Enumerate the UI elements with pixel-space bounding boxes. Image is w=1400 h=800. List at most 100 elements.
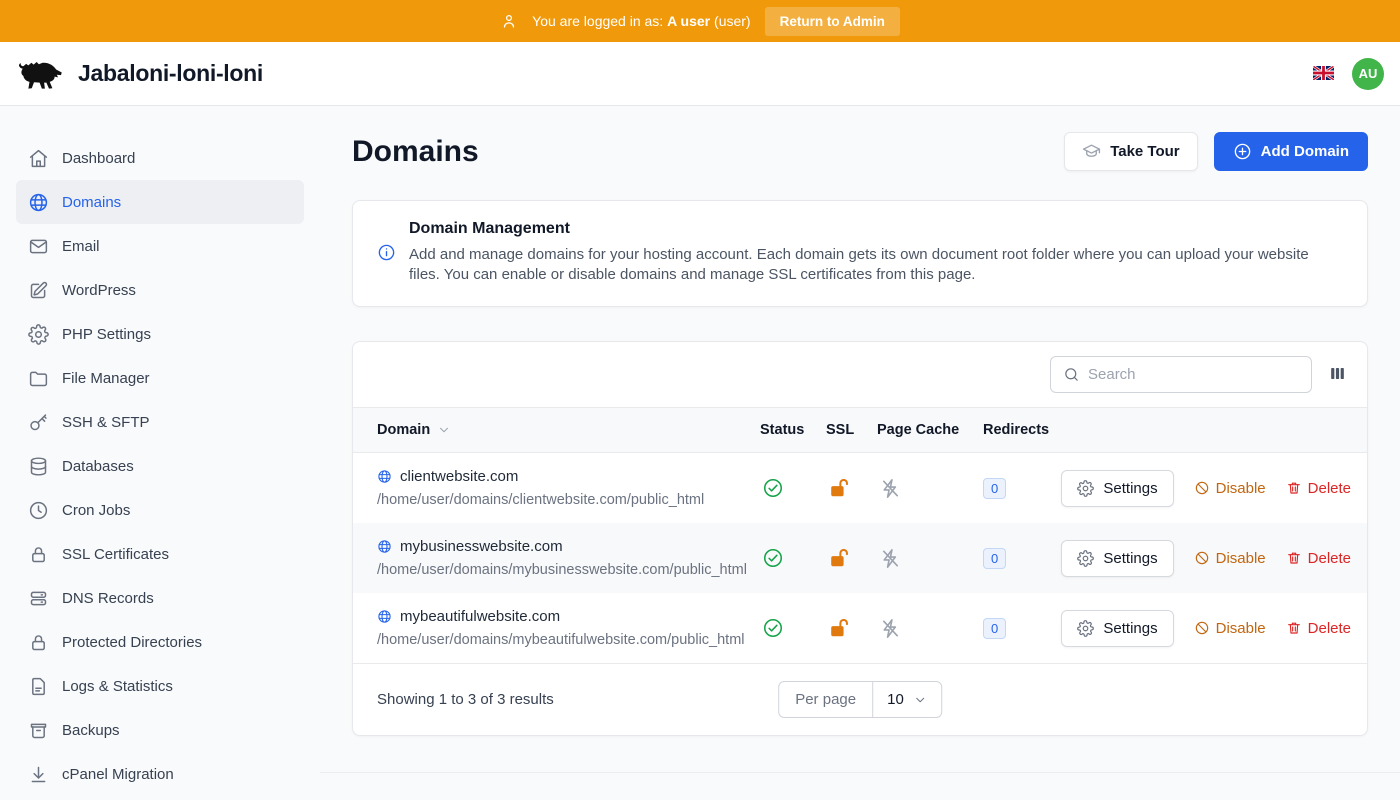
sidebar-item-backups[interactable]: Backups: [16, 708, 304, 752]
per-page-label: Per page: [779, 682, 873, 717]
sidebar-item-domains[interactable]: Domains: [16, 180, 304, 224]
sidebar-item-dashboard[interactable]: Dashboard: [16, 136, 304, 180]
search-input[interactable]: [1088, 366, 1299, 383]
info-box-title: Domain Management: [409, 220, 1343, 238]
globe-icon: [377, 609, 392, 624]
sidebar-item-label: DNS Records: [62, 590, 154, 607]
sidebar-item-label: SSL Certificates: [62, 546, 169, 563]
info-icon: [377, 243, 396, 262]
mail-icon: [28, 236, 49, 257]
sidebar-item-label: Cron Jobs: [62, 502, 130, 519]
uk-flag-icon[interactable]: [1313, 66, 1334, 81]
app-header: Jabaloni-loni-loni AU: [0, 42, 1400, 106]
sidebar-item-php-settings[interactable]: PHP Settings: [16, 312, 304, 356]
sidebar-item-file-manager[interactable]: File Manager: [16, 356, 304, 400]
table-footer: Showing 1 to 3 of 3 results Per page 10: [353, 663, 1367, 735]
settings-button[interactable]: Settings: [1061, 610, 1173, 647]
edit-icon: [28, 280, 49, 301]
gear-icon: [1077, 480, 1094, 497]
gear-icon: [1077, 550, 1094, 567]
table-body: clientwebsite.com /home/user/domains/cli…: [353, 453, 1367, 663]
sidebar-item-protected-directories[interactable]: Protected Directories: [16, 620, 304, 664]
table-row: mybusinesswebsite.com /home/user/domains…: [353, 523, 1367, 593]
globe-icon: [28, 192, 49, 213]
disable-button[interactable]: Disable: [1194, 550, 1266, 567]
ssl-unlocked-icon[interactable]: [828, 477, 877, 499]
globe-icon: [377, 539, 392, 554]
search-icon: [1063, 366, 1080, 383]
sidebar-item-label: File Manager: [62, 370, 150, 387]
domain-name[interactable]: clientwebsite.com: [400, 468, 518, 485]
boar-logo-icon[interactable]: [16, 54, 66, 94]
sidebar-item-cron-jobs[interactable]: Cron Jobs: [16, 488, 304, 532]
status-active-icon: [762, 547, 826, 569]
status-active-icon: [762, 477, 826, 499]
redirects-count-badge[interactable]: 0: [983, 478, 1006, 499]
column-header-status: Status: [760, 422, 826, 438]
table-row: mybeautifulwebsite.com /home/user/domain…: [353, 593, 1367, 663]
redirects-count-badge[interactable]: 0: [983, 618, 1006, 639]
redirects-count-badge[interactable]: 0: [983, 548, 1006, 569]
sidebar-item-email[interactable]: Email: [16, 224, 304, 268]
delete-button[interactable]: Delete: [1286, 480, 1351, 497]
sidebar-item-databases[interactable]: Databases: [16, 444, 304, 488]
domain-path: /home/user/domains/mybusinesswebsite.com…: [377, 562, 760, 578]
main-content: Domains Take Tour Add Domain Domain Mana…: [320, 106, 1400, 800]
info-box: Domain Management Add and manage domains…: [352, 200, 1368, 307]
domain-name[interactable]: mybeautifulwebsite.com: [400, 608, 560, 625]
sidebar-item-label: Databases: [62, 458, 134, 475]
column-header-redirects: Redirects: [983, 422, 1070, 438]
delete-button[interactable]: Delete: [1286, 550, 1351, 567]
per-page-select[interactable]: Per page 10: [778, 681, 942, 718]
server-icon: [28, 588, 49, 609]
sidebar-item-label: Dashboard: [62, 150, 135, 167]
sidebar-item-label: WordPress: [62, 282, 136, 299]
columns-toggle-button[interactable]: [1324, 360, 1351, 390]
lock-icon: [28, 544, 49, 565]
graduation-cap-icon: [1082, 142, 1101, 161]
disable-icon: [1194, 620, 1210, 636]
disable-button[interactable]: Disable: [1194, 620, 1266, 637]
results-summary: Showing 1 to 3 of 3 results: [377, 691, 554, 708]
gear-icon: [28, 324, 49, 345]
delete-button[interactable]: Delete: [1286, 620, 1351, 637]
sidebar-item-cpanel-migration[interactable]: cPanel Migration: [16, 752, 304, 796]
sidebar-item-ssl-certificates[interactable]: SSL Certificates: [16, 532, 304, 576]
info-box-description: Add and manage domains for your hosting …: [409, 245, 1343, 285]
sidebar-item-label: Backups: [62, 722, 120, 739]
sidebar-item-ssh-sftp[interactable]: SSH & SFTP: [16, 400, 304, 444]
add-domain-button[interactable]: Add Domain: [1214, 132, 1368, 171]
disable-button[interactable]: Disable: [1194, 480, 1266, 497]
disable-icon: [1194, 480, 1210, 496]
column-header-page-cache: Page Cache: [877, 422, 983, 438]
sidebar-item-label: PHP Settings: [62, 326, 151, 343]
banner-message: You are logged in as: A user (user): [532, 13, 750, 29]
domain-path: /home/user/domains/mybeautifulwebsite.co…: [377, 632, 760, 648]
clock-icon: [28, 500, 49, 521]
settings-button[interactable]: Settings: [1061, 470, 1173, 507]
column-header-domain[interactable]: Domain: [353, 422, 760, 438]
sidebar-item-label: cPanel Migration: [62, 766, 174, 783]
trash-icon: [1286, 620, 1302, 636]
key-icon: [28, 412, 49, 433]
domain-name[interactable]: mybusinesswebsite.com: [400, 538, 563, 555]
ssl-unlocked-icon[interactable]: [828, 547, 877, 569]
trash-icon: [1286, 550, 1302, 566]
document-icon: [28, 676, 49, 697]
page-title: Domains: [352, 135, 479, 169]
impersonation-banner: You are logged in as: A user (user) Retu…: [0, 0, 1400, 42]
sort-chevron-icon: [437, 423, 451, 437]
take-tour-button[interactable]: Take Tour: [1064, 132, 1197, 171]
sidebar-item-label: Logs & Statistics: [62, 678, 173, 695]
page-cache-off-icon: [879, 617, 983, 640]
sidebar-item-wordpress[interactable]: WordPress: [16, 268, 304, 312]
settings-button[interactable]: Settings: [1061, 540, 1173, 577]
user-avatar[interactable]: AU: [1352, 58, 1384, 90]
return-to-admin-button[interactable]: Return to Admin: [765, 7, 900, 36]
ssl-unlocked-icon[interactable]: [828, 617, 877, 639]
content-footer-divider: [320, 772, 1400, 792]
table-header-row: Domain Status SSL Page Cache Redirects: [353, 407, 1367, 453]
sidebar-item-dns-records[interactable]: DNS Records: [16, 576, 304, 620]
sidebar-item-logs-statistics[interactable]: Logs & Statistics: [16, 664, 304, 708]
download-icon: [28, 764, 49, 785]
